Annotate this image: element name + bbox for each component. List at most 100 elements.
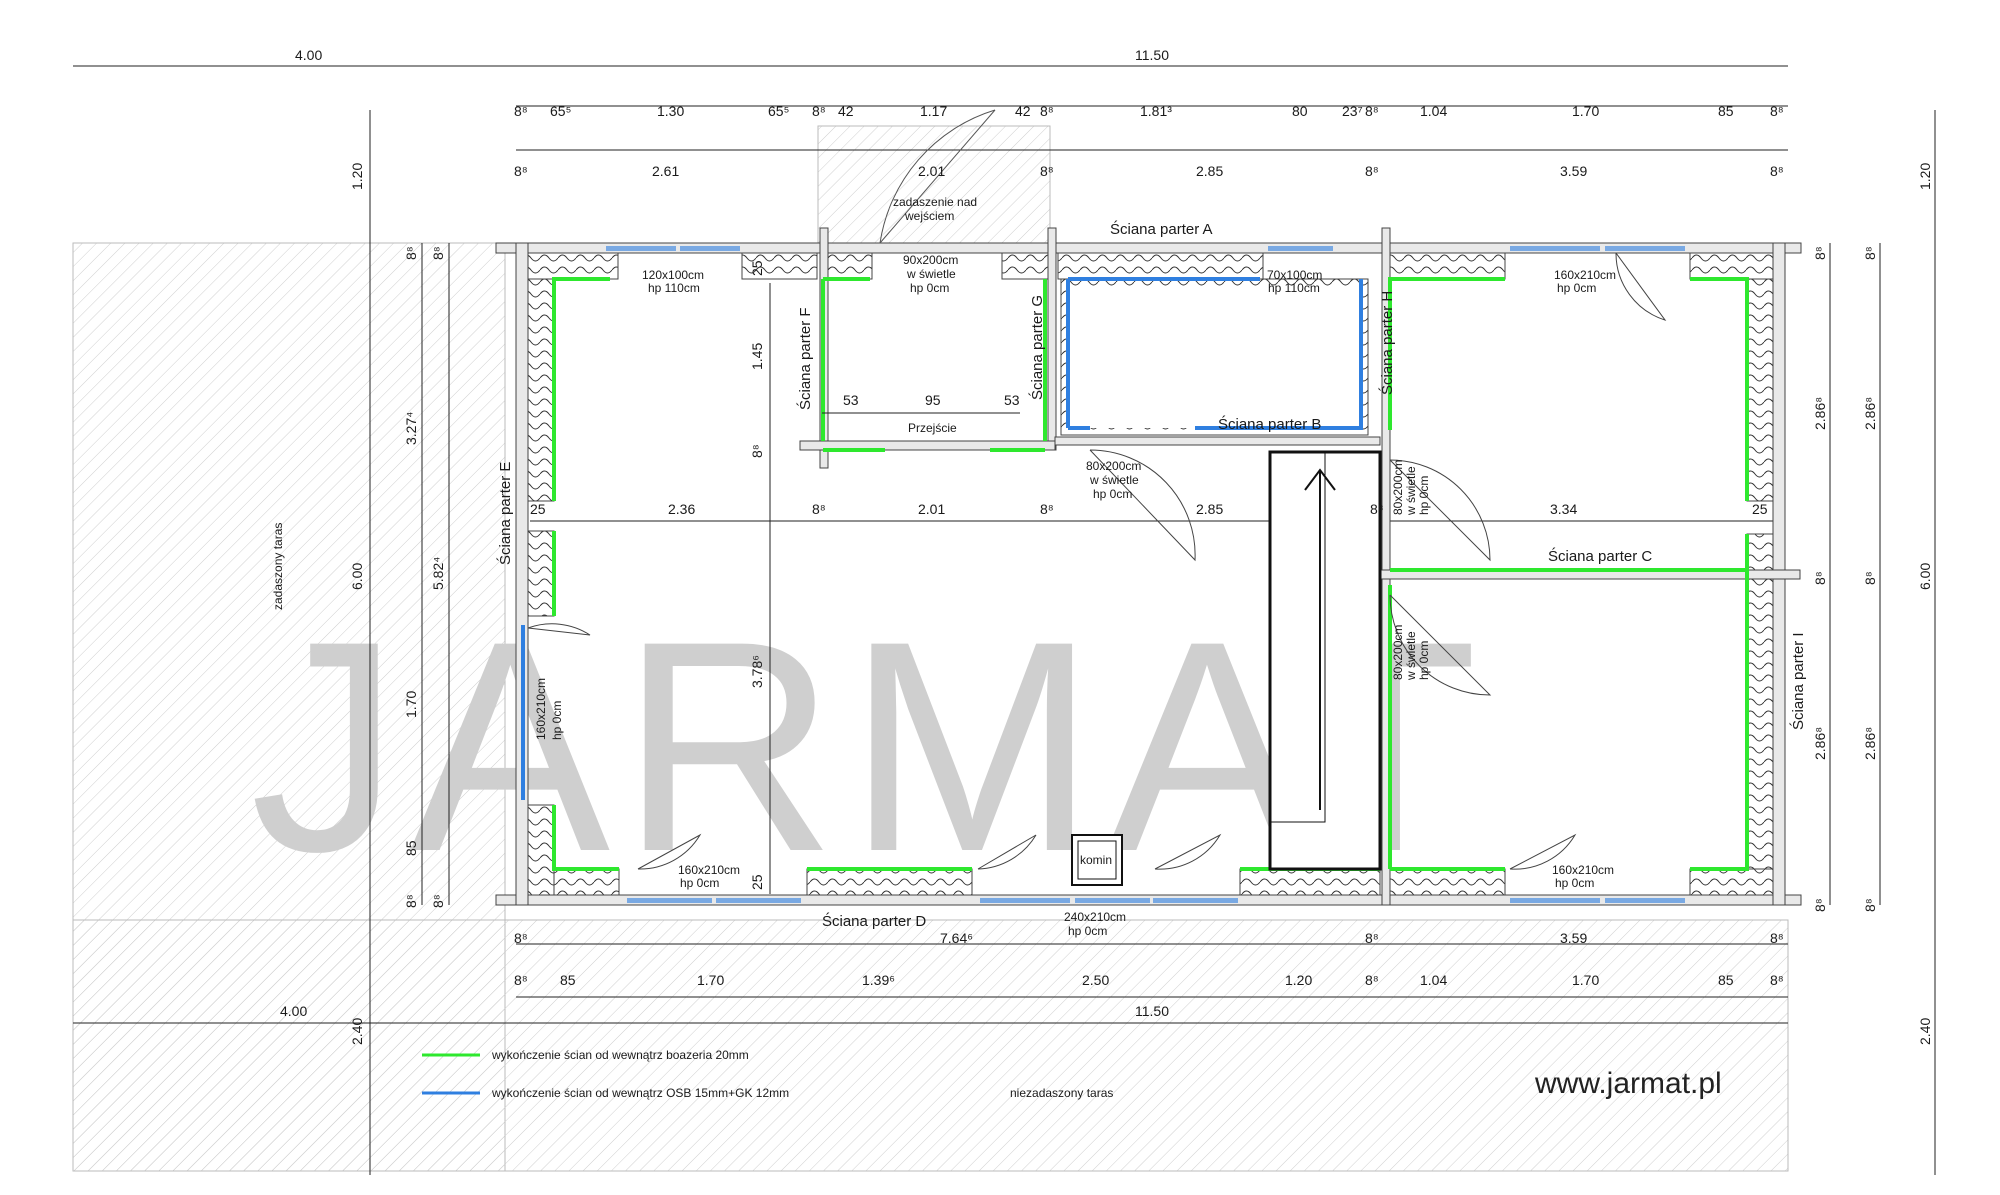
covered-terrace-label: zadaszony taras — [271, 523, 285, 610]
svg-text:3.59: 3.59 — [1560, 930, 1587, 946]
svg-text:w świetle: w świetle — [906, 267, 956, 281]
svg-text:w świetle: w świetle — [1404, 631, 1418, 681]
svg-text:1.70: 1.70 — [1572, 103, 1599, 119]
svg-text:160x210cm: 160x210cm — [678, 863, 740, 877]
svg-text:80x200cm: 80x200cm — [1086, 459, 1141, 473]
svg-text:3.78⁶: 3.78⁶ — [749, 655, 765, 688]
svg-text:2.86⁸: 2.86⁸ — [1812, 727, 1828, 760]
svg-text:8⁸: 8⁸ — [1370, 501, 1384, 517]
svg-text:8⁸: 8⁸ — [1040, 103, 1054, 119]
svg-text:2.85: 2.85 — [1196, 163, 1223, 179]
wall-c-label: Ściana parter C — [1548, 547, 1652, 565]
svg-text:2.01: 2.01 — [918, 501, 945, 517]
svg-text:8⁸: 8⁸ — [812, 501, 826, 517]
svg-text:hp 0cm: hp 0cm — [1557, 281, 1596, 295]
wall-g-label: Ściana parter G — [1028, 295, 1046, 400]
svg-text:80: 80 — [1292, 103, 1308, 119]
svg-text:1.45: 1.45 — [749, 343, 765, 370]
svg-text:70x100cm: 70x100cm — [1267, 268, 1322, 282]
svg-text:25: 25 — [1752, 501, 1768, 517]
svg-text:80x200cm: 80x200cm — [1391, 625, 1405, 680]
svg-text:hp 0cm: hp 0cm — [1555, 876, 1594, 890]
svg-text:8⁸: 8⁸ — [1365, 930, 1379, 946]
svg-text:2.85: 2.85 — [1196, 501, 1223, 517]
svg-text:hp 0cm: hp 0cm — [1417, 641, 1431, 680]
svg-text:8⁸: 8⁸ — [1862, 571, 1878, 585]
svg-text:hp 110cm: hp 110cm — [648, 281, 700, 295]
dim-overall-bottom-4: 4.00 — [280, 1003, 307, 1019]
svg-text:53: 53 — [843, 392, 859, 408]
dim-overall-top-4: 4.00 — [295, 47, 322, 63]
svg-text:2.86⁸: 2.86⁸ — [1812, 397, 1828, 430]
svg-text:8⁸: 8⁸ — [1040, 163, 1054, 179]
svg-text:85: 85 — [1718, 972, 1734, 988]
svg-text:8⁸: 8⁸ — [514, 972, 528, 988]
wall-f-label: Ściana parter F — [796, 307, 814, 410]
svg-text:8⁸: 8⁸ — [430, 894, 446, 908]
svg-text:8⁸: 8⁸ — [1365, 163, 1379, 179]
svg-text:2.01: 2.01 — [918, 163, 945, 179]
svg-text:7.64⁶: 7.64⁶ — [940, 930, 973, 946]
floor-plan: JARMAT 4.00 11.50 8⁸ 65⁵ 1.30 65⁵ 8⁸ 42 … — [72, 47, 1936, 1175]
svg-text:1.30: 1.30 — [657, 103, 684, 119]
svg-text:1.17: 1.17 — [920, 103, 947, 119]
svg-text:160x210cm: 160x210cm — [1554, 268, 1616, 282]
svg-text:hp 0cm: hp 0cm — [680, 876, 719, 890]
svg-text:160x210cm: 160x210cm — [534, 678, 548, 740]
svg-text:8⁸: 8⁸ — [812, 103, 826, 119]
svg-text:85: 85 — [403, 840, 419, 856]
svg-text:8⁸: 8⁸ — [1365, 103, 1379, 119]
svg-text:6.00: 6.00 — [1917, 563, 1933, 590]
insulation-top-left — [527, 252, 619, 280]
wall-i-label: Ściana parter I — [1789, 632, 1807, 730]
svg-text:3.27⁴: 3.27⁴ — [403, 412, 419, 445]
svg-text:8⁸: 8⁸ — [514, 103, 528, 119]
svg-text:8⁸: 8⁸ — [1812, 246, 1828, 260]
canopy-label-line1: zadaszenie nad — [893, 195, 977, 209]
website-url[interactable]: www.jarmat.pl — [1534, 1067, 1722, 1100]
wall-b-label: Ściana parter B — [1218, 415, 1321, 433]
svg-text:8⁸: 8⁸ — [1365, 972, 1379, 988]
svg-text:5.82⁴: 5.82⁴ — [430, 557, 446, 590]
svg-text:160x210cm: 160x210cm — [1552, 863, 1614, 877]
svg-text:6.00: 6.00 — [349, 563, 365, 590]
svg-text:65⁵: 65⁵ — [550, 103, 571, 119]
svg-text:w świetle: w świetle — [1404, 466, 1418, 516]
svg-text:hp 0cm: hp 0cm — [1417, 476, 1431, 515]
svg-text:hp 0cm: hp 0cm — [910, 281, 949, 295]
svg-text:53: 53 — [1004, 392, 1020, 408]
svg-text:80x200cm: 80x200cm — [1391, 460, 1405, 515]
open-terrace-label: niezadaszony taras — [1010, 1086, 1113, 1100]
svg-text:65⁵: 65⁵ — [768, 103, 789, 119]
svg-text:2.40: 2.40 — [1917, 1018, 1933, 1045]
svg-text:hp 0cm: hp 0cm — [1093, 487, 1132, 501]
svg-text:1.70: 1.70 — [1572, 972, 1599, 988]
mid-dimension-row: 25 2.36 8⁸ 2.01 8⁸ 2.85 8⁸ 3.34 25 — [530, 501, 1768, 517]
svg-text:8⁸: 8⁸ — [1770, 163, 1784, 179]
wall-h-label: Ściana parter H — [1378, 291, 1396, 395]
svg-text:8⁸: 8⁸ — [1862, 898, 1878, 912]
passage-label: Przejście — [908, 421, 957, 435]
svg-text:hp 0cm: hp 0cm — [550, 701, 564, 740]
svg-text:2.50: 2.50 — [1082, 972, 1109, 988]
svg-text:8⁸: 8⁸ — [1770, 930, 1784, 946]
svg-text:8⁸: 8⁸ — [403, 246, 419, 260]
svg-text:8⁸: 8⁸ — [514, 163, 528, 179]
wall-e-label: Ściana parter E — [496, 462, 514, 565]
chimney-label: komin — [1080, 853, 1112, 867]
svg-text:1.20: 1.20 — [1917, 163, 1933, 190]
svg-text:85: 85 — [1718, 103, 1734, 119]
svg-text:8⁸: 8⁸ — [514, 930, 528, 946]
svg-text:1.04: 1.04 — [1420, 972, 1447, 988]
svg-text:8⁸: 8⁸ — [403, 894, 419, 908]
svg-text:3.59: 3.59 — [1560, 163, 1587, 179]
legend-blue-text: wykończenie ścian od wewnątrz OSB 15mm+G… — [491, 1086, 789, 1100]
dim-overall-top-11: 11.50 — [1135, 47, 1169, 63]
svg-text:2.36: 2.36 — [668, 501, 695, 517]
svg-text:8⁸: 8⁸ — [749, 444, 765, 458]
svg-text:240x210cm: 240x210cm — [1064, 910, 1126, 924]
svg-text:2.86⁸: 2.86⁸ — [1862, 727, 1878, 760]
svg-text:8⁸: 8⁸ — [1812, 898, 1828, 912]
svg-text:3.34: 3.34 — [1550, 501, 1577, 517]
svg-text:8⁸: 8⁸ — [430, 246, 446, 260]
